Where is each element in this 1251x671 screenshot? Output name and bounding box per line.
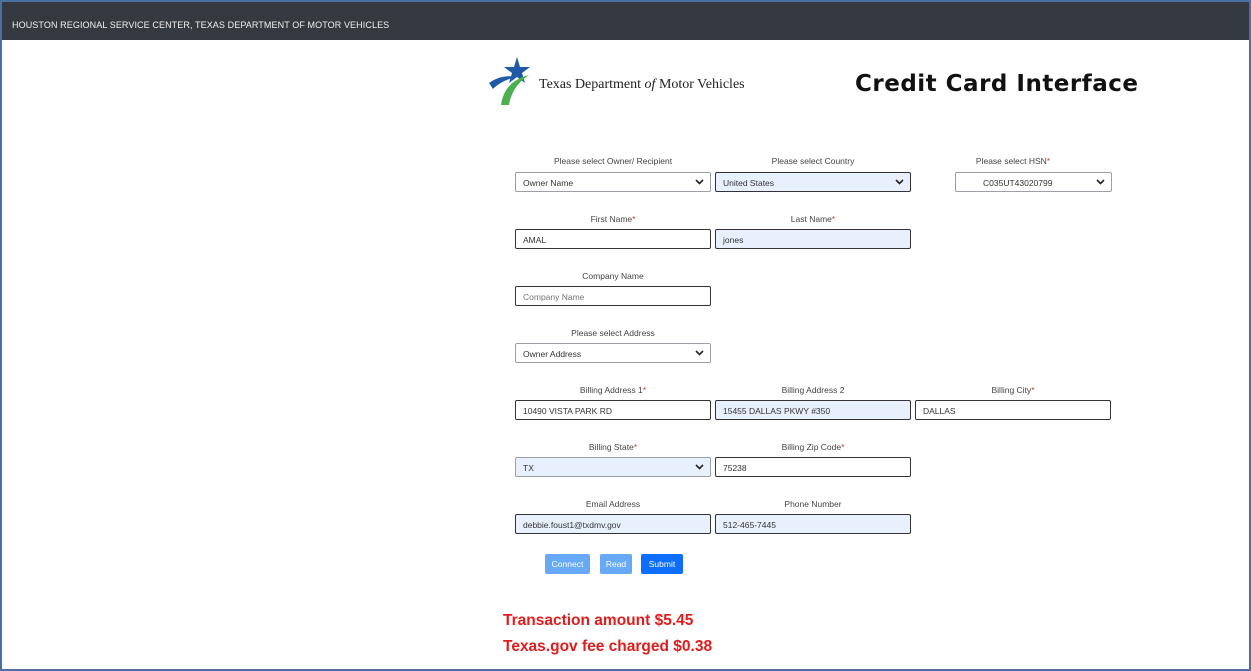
billing-zip-field[interactable]: 75238: [715, 457, 911, 477]
company-label: Company Name: [582, 271, 644, 281]
star-swoosh-icon: [489, 57, 530, 105]
email-field[interactable]: debbie.foust1@txdmv.gov: [515, 514, 711, 534]
billing-address2-field[interactable]: 15455 DALLAS PKWY #350: [715, 400, 911, 420]
connect-button[interactable]: Connect: [545, 554, 590, 574]
chevron-down-icon: [1096, 179, 1105, 185]
submit-button[interactable]: Submit: [641, 554, 683, 574]
country-label: Please select Country: [771, 156, 855, 166]
phone-label: Phone Number: [784, 499, 842, 509]
chevron-down-icon: [895, 179, 904, 185]
first-name-field[interactable]: AMAL: [515, 229, 711, 249]
owner-label: Please select Owner/ Recipient: [553, 156, 673, 166]
company-name-field[interactable]: Company Name: [515, 286, 711, 306]
billing-state-value: TX: [523, 463, 534, 473]
header-bar: HOUSTON REGIONAL SERVICE CENTER, TEXAS D…: [0, 0, 1251, 40]
chevron-down-icon: [695, 179, 704, 185]
first-name-label: First Name*: [590, 214, 636, 224]
header-title: HOUSTON REGIONAL SERVICE CENTER, TEXAS D…: [12, 20, 390, 30]
billing-city-label: Billing City*: [991, 385, 1035, 395]
logo-text: Texas Department of Motor Vehicles: [539, 77, 745, 92]
read-button[interactable]: Read: [600, 554, 632, 574]
country-select[interactable]: United States: [715, 172, 911, 192]
chevron-down-icon: [695, 464, 704, 470]
chevron-down-icon: [695, 350, 704, 356]
txdmv-logo: Texas Department of Motor Vehicles: [487, 55, 777, 109]
billing-zip-label: Billing Zip Code*: [781, 442, 845, 452]
email-label: Email Address: [585, 499, 641, 509]
transaction-amount-text: Transaction amount $5.45: [503, 612, 694, 629]
address-select[interactable]: Owner Address: [515, 343, 711, 363]
last-name-label: Last Name*: [790, 214, 836, 224]
owner-select-value: Owner Name: [523, 178, 574, 188]
page-title: Credit Card Interface: [855, 71, 1139, 97]
texas-gov-fee-text: Texas.gov fee charged $0.38: [503, 638, 713, 655]
address-select-label: Please select Address: [571, 328, 655, 338]
country-select-value: United States: [723, 178, 775, 188]
billing-state-select[interactable]: TX: [515, 457, 711, 477]
hsn-label: Please select HSN*: [975, 156, 1051, 166]
billing-address2-label: Billing Address 2: [781, 385, 845, 395]
last-name-field[interactable]: jones: [715, 229, 911, 249]
billing-state-label: Billing State*: [588, 442, 638, 452]
billing-city-field[interactable]: DALLAS: [915, 400, 1111, 420]
phone-field[interactable]: 512-465-7445: [715, 514, 911, 534]
billing-address1-field[interactable]: 10490 VISTA PARK RD: [515, 400, 711, 420]
owner-select[interactable]: Owner Name: [515, 172, 711, 192]
hsn-select-value: C035UT43020799: [983, 178, 1053, 188]
address-select-value: Owner Address: [523, 349, 582, 359]
hsn-select[interactable]: C035UT43020799: [955, 172, 1112, 192]
billing-address1-label: Billing Address 1*: [579, 385, 647, 395]
